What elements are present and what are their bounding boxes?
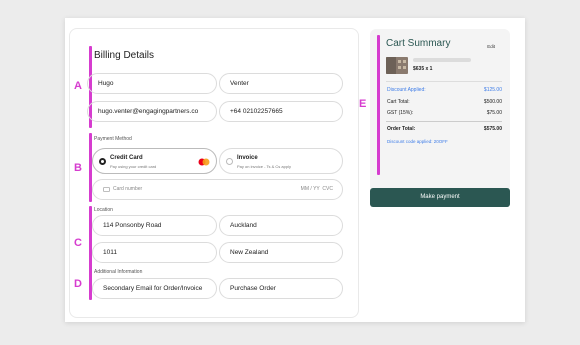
cart-summary-panel: E Cart Summary Edit $635 x 1 Discount Ap… [359, 29, 510, 192]
make-payment-button[interactable]: Make payment [370, 188, 510, 207]
discount-row: Discount Applied: $125.00 [387, 87, 502, 93]
gst-value: $75.00 [486, 110, 502, 116]
secondary-email-field[interactable]: Secondary Email for Order/Invoice [92, 278, 217, 299]
discount-code-note: Discount code applied: 20OFF [387, 139, 448, 144]
gst-row: GST (15%): $75.00 [387, 110, 502, 116]
credit-card-title: Credit Card [110, 155, 143, 161]
card-number-field[interactable]: Card number MM / YY CVC [92, 179, 343, 200]
last-name-field[interactable]: Venter [219, 73, 343, 94]
order-total-value: $575.00 [483, 126, 502, 132]
section-marker-b: B [74, 162, 82, 174]
gst-label: GST (15%): [387, 110, 414, 116]
order-total-label: Order Total: [387, 126, 416, 132]
city-field[interactable]: Auckland [219, 215, 343, 236]
section-marker-bar-d [89, 267, 92, 300]
invoice-subtitle: Pay on invoice - Ts & Cs apply [237, 164, 291, 169]
product-price: $635 x 1 [413, 66, 433, 72]
phone-field[interactable]: +64 02102257665 [219, 101, 343, 122]
postcode-field[interactable]: 1011 [92, 242, 217, 263]
first-name-field[interactable]: Hugo [87, 73, 217, 94]
expiry-cvc-placeholder: MM / YY CVC [300, 186, 333, 192]
product-thumbnail [386, 57, 408, 74]
cart-edit-link[interactable]: Edit [487, 44, 495, 49]
order-total-row: Order Total: $575.00 [387, 126, 502, 132]
invoice-option[interactable]: Invoice Pay on invoice - Ts & Cs apply [219, 148, 343, 174]
cart-title: Cart Summary [386, 38, 451, 49]
card-icon [103, 187, 110, 192]
section-marker-c: C [74, 237, 82, 249]
section-marker-a: A [74, 80, 82, 92]
credit-card-radio[interactable] [99, 158, 106, 165]
section-marker-bar-e [377, 35, 380, 175]
credit-card-option[interactable]: Credit Card Pay using your credit card [92, 148, 217, 174]
additional-info-label: Additional Information [94, 269, 143, 275]
cart-total-label: Cart Total: [387, 99, 410, 105]
mastercard-icon [198, 158, 210, 166]
card-number-placeholder: Card number [113, 186, 143, 192]
location-label: Location [94, 207, 113, 213]
country-field[interactable]: New Zealand [219, 242, 343, 263]
street-field[interactable]: 114 Ponsonby Road [92, 215, 217, 236]
email-field[interactable]: hugo.venter@engagingpartners.co [87, 101, 217, 122]
discount-label: Discount Applied: [387, 87, 426, 93]
billing-panel: Billing Details A Hugo Venter hugo.vente… [69, 28, 359, 318]
cart-total-row: Cart Total: $500.00 [387, 99, 502, 105]
section-marker-e: E [359, 98, 367, 110]
cart-divider [386, 81, 502, 82]
purchase-order-field[interactable]: Purchase Order [219, 278, 343, 299]
invoice-title: Invoice [237, 155, 258, 161]
cart-total-value: $500.00 [483, 99, 502, 105]
product-name-blurred [413, 58, 471, 62]
discount-value: $125.00 [483, 87, 502, 93]
invoice-radio[interactable] [226, 158, 233, 165]
order-total-divider [386, 121, 502, 122]
credit-card-subtitle: Pay using your credit card [110, 164, 157, 169]
section-marker-d: D [74, 278, 82, 290]
checkout-card: Billing Details A Hugo Venter hugo.vente… [65, 18, 525, 322]
billing-title: Billing Details [94, 50, 155, 61]
payment-method-label: Payment Method [94, 136, 132, 142]
